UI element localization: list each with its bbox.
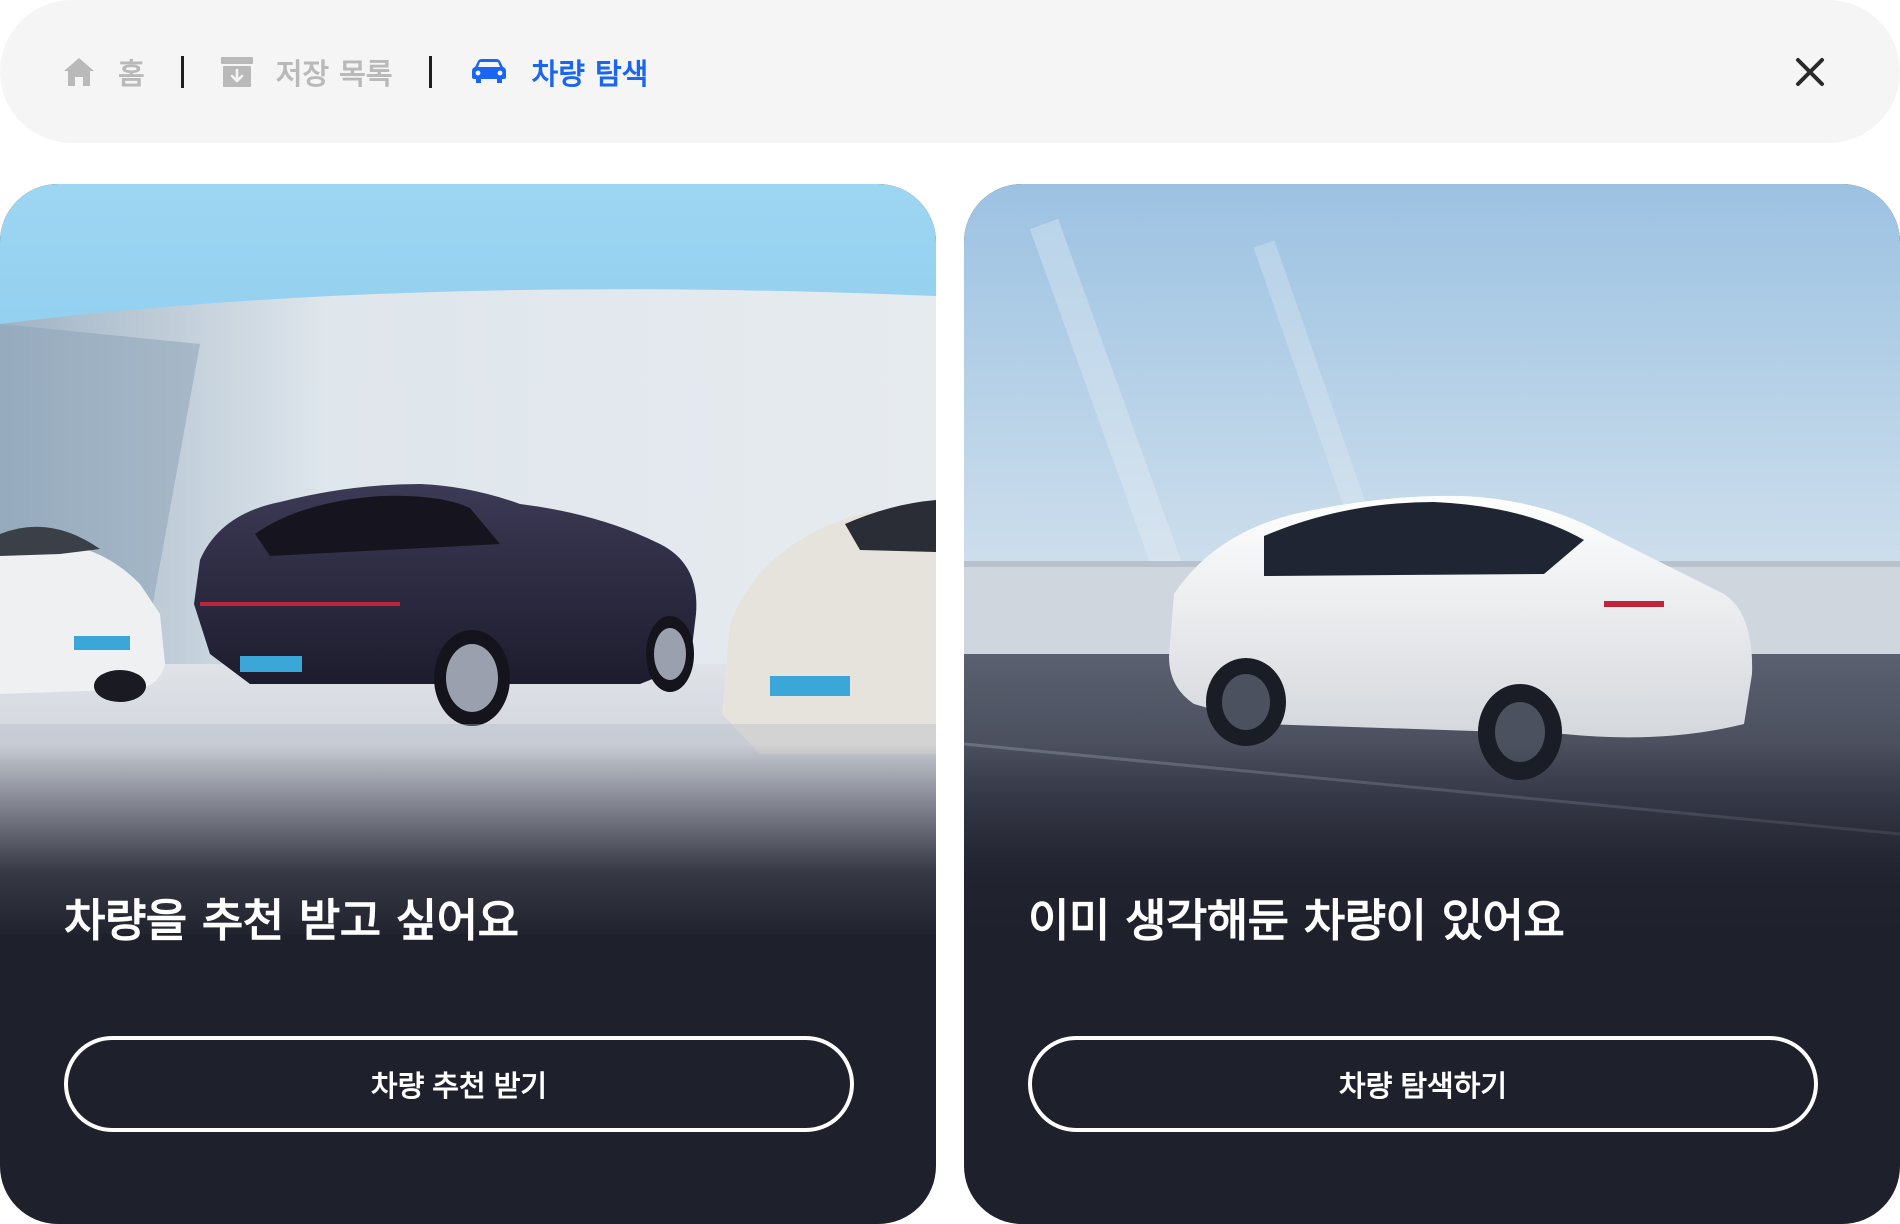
card-title: 이미 생각해둔 차량이 있어요 bbox=[1028, 894, 1565, 947]
nav-item-home-label: 홈 bbox=[118, 56, 145, 91]
card-recommend: 차량을 추천 받고 싶어요 차량 추천 받기 bbox=[0, 184, 936, 1224]
nav-divider bbox=[180, 55, 184, 88]
nav-item-saved-list-label: 저장 목록 bbox=[275, 56, 393, 91]
nav-item-car-search[interactable]: 차량 탐색 bbox=[468, 51, 649, 93]
nav-divider bbox=[428, 55, 432, 88]
explore-cars-button[interactable]: 차량 탐색하기 bbox=[1028, 1036, 1818, 1132]
card-title: 차량을 추천 받고 싶어요 bbox=[64, 894, 519, 947]
nav-item-car-search-label: 차량 탐색 bbox=[531, 56, 649, 91]
close-icon bbox=[1795, 57, 1825, 87]
page: 홈 저장 목록 차량 탐색 차량을 추천 받고 싶어요 차량 추천 받기 이미 … bbox=[0, 0, 1900, 1224]
close-button[interactable] bbox=[1782, 44, 1838, 100]
get-recommendation-button[interactable]: 차량 추천 받기 bbox=[64, 1036, 854, 1132]
nav-item-saved-list[interactable]: 저장 목록 bbox=[220, 51, 393, 93]
car-icon bbox=[468, 57, 510, 87]
nav-item-home[interactable]: 홈 bbox=[62, 51, 145, 93]
top-nav-bar: 홈 저장 목록 차량 탐색 bbox=[0, 0, 1900, 143]
archive-download-icon bbox=[220, 55, 254, 89]
card-explore: 이미 생각해둔 차량이 있어요 차량 탐색하기 bbox=[964, 184, 1900, 1224]
home-icon bbox=[62, 56, 96, 88]
